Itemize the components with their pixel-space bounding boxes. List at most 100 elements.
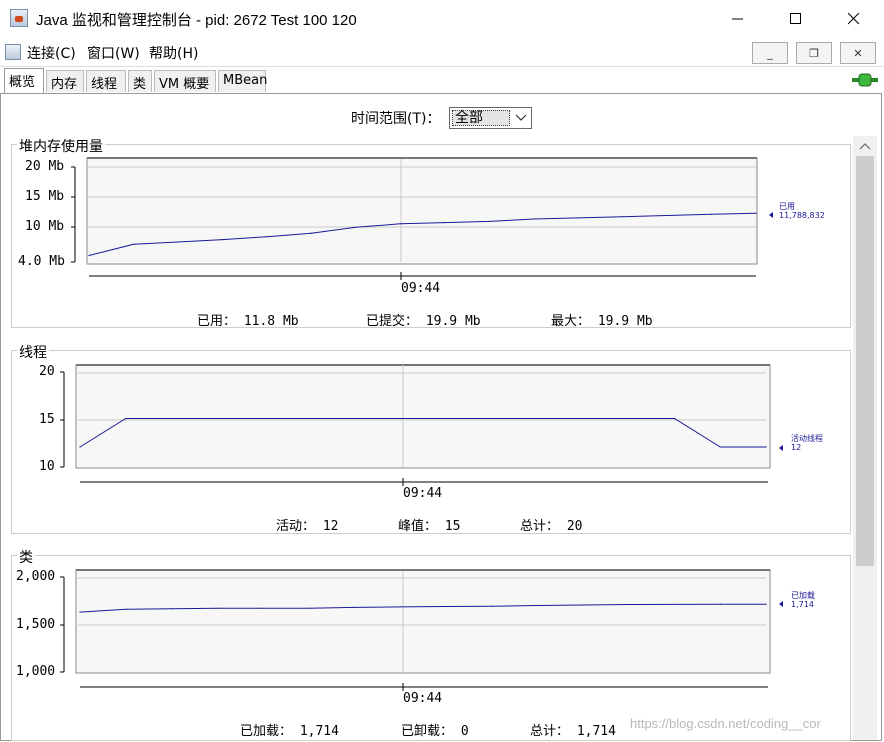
heap-stat-committed: 已提交： 19.9 Mb [366,314,481,329]
internal-window-icon [5,44,21,60]
data-point [310,232,312,234]
data-point [673,417,676,420]
connection-status-icon [852,72,878,88]
classes-stat-unloaded: 已卸载： 0 [401,724,469,739]
data-point [399,417,401,420]
data-point [79,446,81,448]
minimize-button[interactable] [709,0,767,38]
data-point [445,605,447,608]
data-point [444,222,446,224]
data-point [582,604,584,606]
data-point [491,417,493,420]
data-point [445,417,447,420]
restore-icon: ❐ [809,46,819,60]
data-point [491,605,493,607]
threads-legend-value: 12 [791,443,802,452]
data-point [221,239,223,241]
data-point [533,218,535,220]
data-point [170,417,173,420]
heap-xtick: 09:44 [401,281,441,296]
inner-restore-button[interactable]: ❐ [796,42,832,64]
classes-xtick: 09:44 [403,691,443,706]
data-point [355,226,357,228]
tab-overview[interactable]: 概览 [4,68,44,94]
menu-help[interactable]: 帮助(H) [149,43,198,63]
time-range-value: 全部 [452,110,510,126]
data-point [216,417,218,420]
close-icon: ✕ [853,46,863,60]
data-point [216,607,218,609]
classes-chart [60,569,783,691]
menu-window[interactable]: 窗口(W) [87,43,140,63]
data-point [170,608,173,610]
data-point [622,216,624,218]
tab-classes[interactable]: 类 [128,70,152,92]
maximize-icon [790,13,801,24]
data-point [79,611,81,613]
threads-ytick-10: 10 [39,459,55,474]
heap-stat-max: 最大： 19.9 Mb [551,314,653,329]
scroll-up-icon[interactable] [859,140,871,155]
data-point [719,446,721,448]
heap-legend-value: 11,788,832 [779,211,825,220]
data-point [628,603,630,606]
classes-stat-total: 总计： 1,714 [530,724,616,739]
heap-memory-chart [71,157,773,280]
close-button[interactable] [825,0,883,38]
minimize-icon [732,18,743,20]
data-point [673,603,676,605]
data-point [765,446,767,448]
data-point [536,417,538,420]
watermark: https://blog.csdn.net/coding__cor [630,716,821,731]
classes-ytick-1500: 1,500 [16,617,56,632]
legend-marker [769,212,773,218]
scrollbar-thumb[interactable] [856,156,874,566]
data-point [262,417,264,420]
tab-mbean[interactable]: MBean [218,70,267,92]
data-point [266,236,268,238]
classes-legend-value: 1,714 [791,600,814,609]
chevron-down-icon [514,110,528,124]
classes-ytick-2000: 2,000 [16,569,56,584]
data-point [125,417,127,420]
data-point [125,608,127,610]
heap-ytick-10: 10 Mb [25,219,65,234]
legend-marker [779,601,783,607]
data-point [88,254,90,257]
heap-ytick-15: 15 Mb [25,189,65,204]
classes-ytick-1000: 1,000 [16,664,56,679]
legend-marker [779,445,783,451]
tab-vm-summary[interactable]: VM 概要 [154,70,216,92]
data-point [628,417,630,420]
classes-stat-loaded: 已加载： 1,714 [240,724,339,739]
data-point [666,214,668,217]
data-point [262,607,264,609]
data-point [308,417,310,420]
data-point [710,213,713,215]
heap-ytick-4: 4.0 Mb [18,254,65,269]
heap-ytick-20: 20 Mb [25,159,65,174]
threads-ytick-15: 15 [39,412,55,427]
data-point [536,604,538,607]
data-point [308,607,310,609]
menu-connect[interactable]: 连接(C) [27,43,76,63]
heap-stat-used: 已用： 11.8 Mb [197,314,299,329]
inner-minimize-button[interactable]: _ [752,42,788,64]
data-point [582,417,584,420]
window-title: Java 监视和管理控制台 - pid: 2672 Test 100 120 [36,12,357,29]
tab-threads[interactable]: 线程 [86,70,126,92]
tab-memory[interactable]: 内存 [46,70,84,92]
close-icon [848,13,860,25]
data-point [488,220,490,222]
data-point [755,212,757,214]
threads-stat-total: 总计： 20 [520,519,583,534]
threads-stat-live: 活动： 12 [276,519,339,534]
inner-close-button[interactable]: ✕ [840,42,876,64]
threads-xtick: 09:44 [403,486,443,501]
maximize-button[interactable] [767,0,825,38]
java-app-icon [10,9,28,27]
data-point [353,606,355,608]
data-point [399,223,401,225]
data-point [765,603,767,605]
data-point [132,243,135,245]
